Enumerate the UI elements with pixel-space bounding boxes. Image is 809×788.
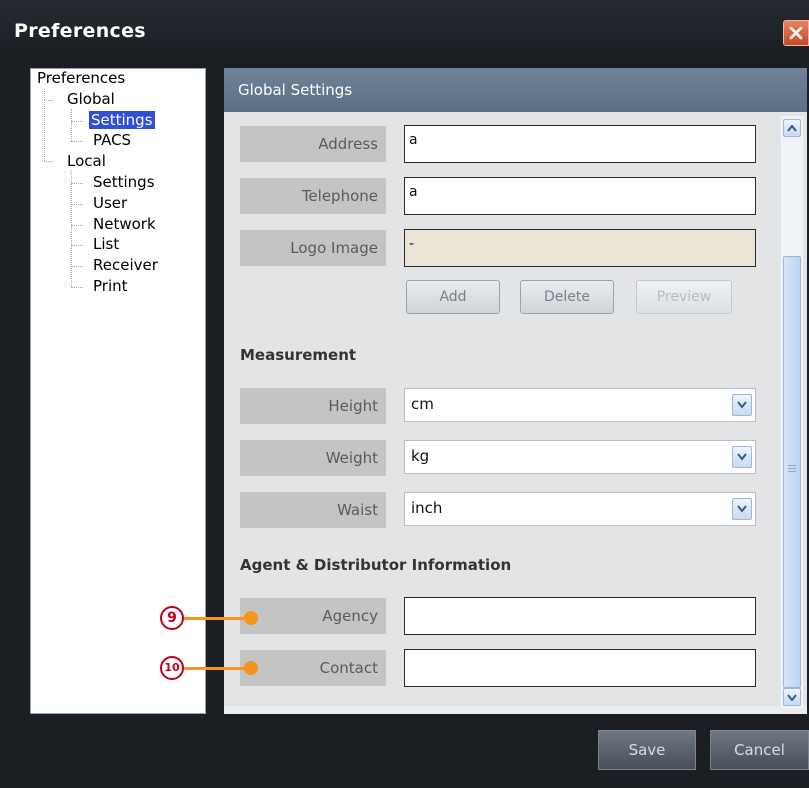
weight-value: kg <box>411 447 430 465</box>
scroll-down-icon <box>787 694 797 701</box>
chevron-down-icon <box>737 453 747 461</box>
logo-image-field: - <box>404 229 756 267</box>
contact-label: Contact <box>240 650 386 686</box>
agency-field[interactable] <box>404 597 756 635</box>
tree-item-preferences[interactable]: Preferences <box>37 69 125 88</box>
weight-dropdown-button[interactable] <box>732 446 752 468</box>
tree-label: Print <box>93 277 128 295</box>
panel-title: Global Settings <box>238 81 353 99</box>
tree-label: Settings <box>93 173 155 191</box>
tree-item-network[interactable]: Network <box>93 215 156 234</box>
waist-select[interactable]: inch <box>404 492 756 526</box>
settings-scroll-area: Address a Telephone a Logo Image - Add D… <box>224 112 807 706</box>
scroll-down-button[interactable] <box>783 688 801 706</box>
tree-item-list[interactable]: List <box>93 235 119 254</box>
callout-9-dot <box>244 611 258 625</box>
tree-label: List <box>93 235 120 253</box>
tree-label: PACS <box>93 131 132 149</box>
address-label: Address <box>240 126 386 162</box>
tree-label: Receiver <box>93 256 158 274</box>
tree-item-print[interactable]: Print <box>93 277 128 296</box>
tree-label: Preferences <box>37 69 126 87</box>
tree-label: Global <box>67 90 115 108</box>
logo-image-label: Logo Image <box>240 230 386 266</box>
tree-item-local-settings[interactable]: Settings <box>93 173 155 192</box>
tree-item-user[interactable]: User <box>93 194 127 213</box>
agent-section-title: Agent & Distributor Information <box>240 556 512 574</box>
waist-value: inch <box>411 499 443 517</box>
add-logo-button[interactable]: Add <box>406 280 500 314</box>
settings-panel: Global Settings Address a Telephone a Lo… <box>224 68 807 714</box>
callout-10-line <box>182 667 250 670</box>
panel-header: Global Settings <box>224 68 807 112</box>
waist-dropdown-button[interactable] <box>732 498 752 520</box>
preview-logo-button[interactable]: Preview <box>636 280 732 314</box>
chevron-down-icon <box>737 505 747 513</box>
scroll-thumb[interactable] <box>783 256 801 688</box>
telephone-label: Telephone <box>240 178 386 214</box>
preferences-window: Preferences Preferences Global Settings <box>0 0 809 788</box>
waist-label: Waist <box>240 492 386 528</box>
tree-item-receiver[interactable]: Receiver <box>93 256 158 275</box>
weight-label: Weight <box>240 440 386 476</box>
close-button[interactable] <box>783 20 809 46</box>
telephone-field[interactable]: a <box>404 177 756 215</box>
delete-logo-button[interactable]: Delete <box>520 280 614 314</box>
close-icon <box>789 26 803 40</box>
tree-label: Settings <box>89 111 155 129</box>
title-bar: Preferences <box>0 0 809 60</box>
callout-10-dot <box>244 661 258 675</box>
weight-select[interactable]: kg <box>404 440 756 474</box>
callout-9-badge: 9 <box>160 606 184 630</box>
tree-label: User <box>93 194 128 212</box>
save-button[interactable]: Save <box>598 730 696 770</box>
measurement-section-title: Measurement <box>240 346 357 364</box>
tree-item-global-settings[interactable]: Settings <box>89 111 155 130</box>
tree-item-local[interactable]: Local <box>67 152 106 171</box>
window-title: Preferences <box>14 20 146 42</box>
height-label: Height <box>240 388 386 424</box>
contact-field[interactable] <box>404 649 756 687</box>
tree-item-global[interactable]: Global <box>67 90 115 109</box>
chevron-down-icon <box>737 401 747 409</box>
scroll-up-button[interactable] <box>783 119 801 137</box>
address-field[interactable]: a <box>404 125 756 163</box>
vertical-scrollbar[interactable] <box>781 116 803 708</box>
callout-10-badge: 10 <box>160 656 184 680</box>
scroll-up-icon <box>787 125 797 132</box>
tree-label: Network <box>93 215 156 233</box>
height-select[interactable]: cm <box>404 388 756 422</box>
height-value: cm <box>411 395 434 413</box>
agency-label: Agency <box>240 598 386 634</box>
tree-item-pacs[interactable]: PACS <box>93 131 131 150</box>
callout-9-line <box>182 617 250 620</box>
height-dropdown-button[interactable] <box>732 394 752 416</box>
tree-label: Local <box>67 152 106 170</box>
cancel-button[interactable]: Cancel <box>710 730 809 770</box>
